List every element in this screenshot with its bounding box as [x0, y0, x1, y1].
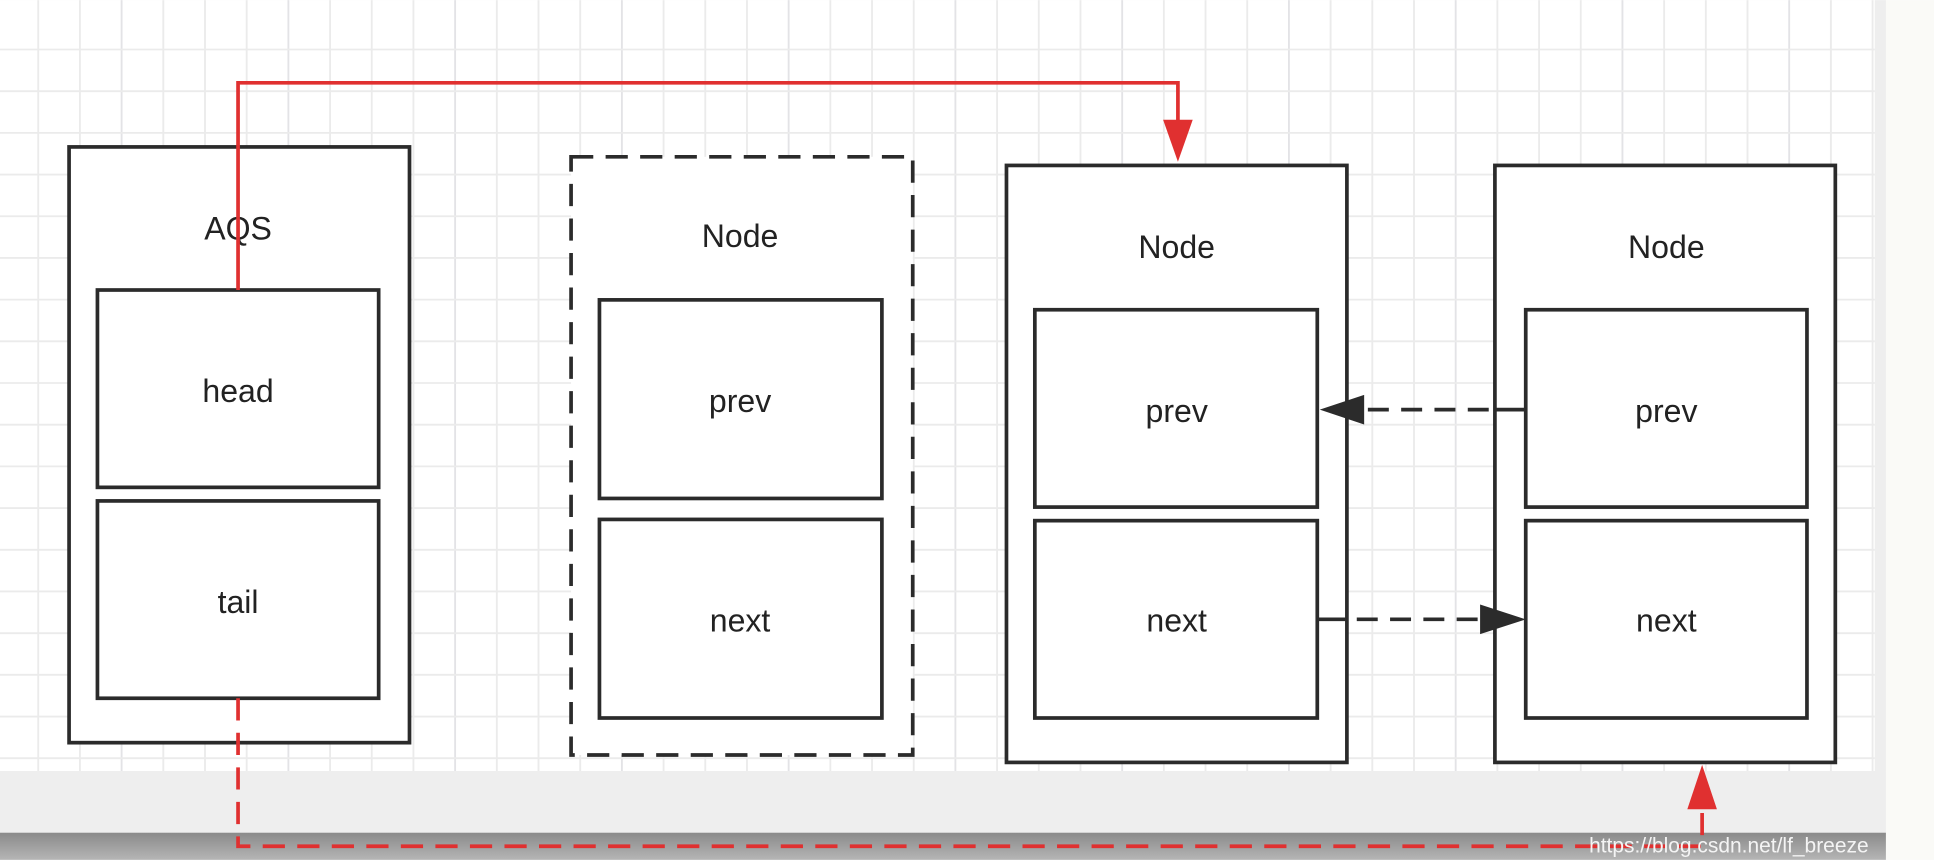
tail-label: tail: [218, 584, 259, 620]
scroll-gutter-right: [1874, 0, 1886, 772]
node-1-next-field[interactable]: next: [597, 517, 884, 720]
bottom-band: [0, 771, 1886, 833]
prev-label: prev: [1635, 393, 1697, 429]
node-2-prev-field[interactable]: prev: [1032, 307, 1320, 509]
node-1-prev-field[interactable]: prev: [597, 298, 884, 501]
aqs-head-field[interactable]: head: [95, 288, 381, 490]
node-3-title: Node: [1628, 229, 1705, 265]
head-label: head: [202, 373, 273, 409]
prev-label: prev: [1146, 393, 1208, 429]
aqs-tail-field[interactable]: tail: [95, 499, 381, 701]
node-3-box[interactable]: Node prev next: [1493, 163, 1838, 765]
node-3-next-field[interactable]: next: [1523, 518, 1809, 720]
watermark-text: https://blog.csdn.net/lf_breeze: [1589, 834, 1869, 857]
next-label: next: [710, 603, 771, 639]
next-label: next: [1146, 603, 1207, 639]
node-2-next-field[interactable]: next: [1032, 518, 1320, 720]
node-1-title: Node: [702, 218, 779, 254]
next-label: next: [1636, 603, 1697, 639]
prev-label: prev: [709, 383, 771, 419]
node-2-box[interactable]: Node prev next: [1004, 163, 1349, 765]
node-1-box[interactable]: Node prev next: [569, 154, 915, 757]
node-3-prev-field[interactable]: prev: [1523, 307, 1809, 509]
node-2-title: Node: [1138, 229, 1215, 265]
diagram-canvas: AQS head tail Node prev next Node prev n…: [0, 0, 1934, 860]
